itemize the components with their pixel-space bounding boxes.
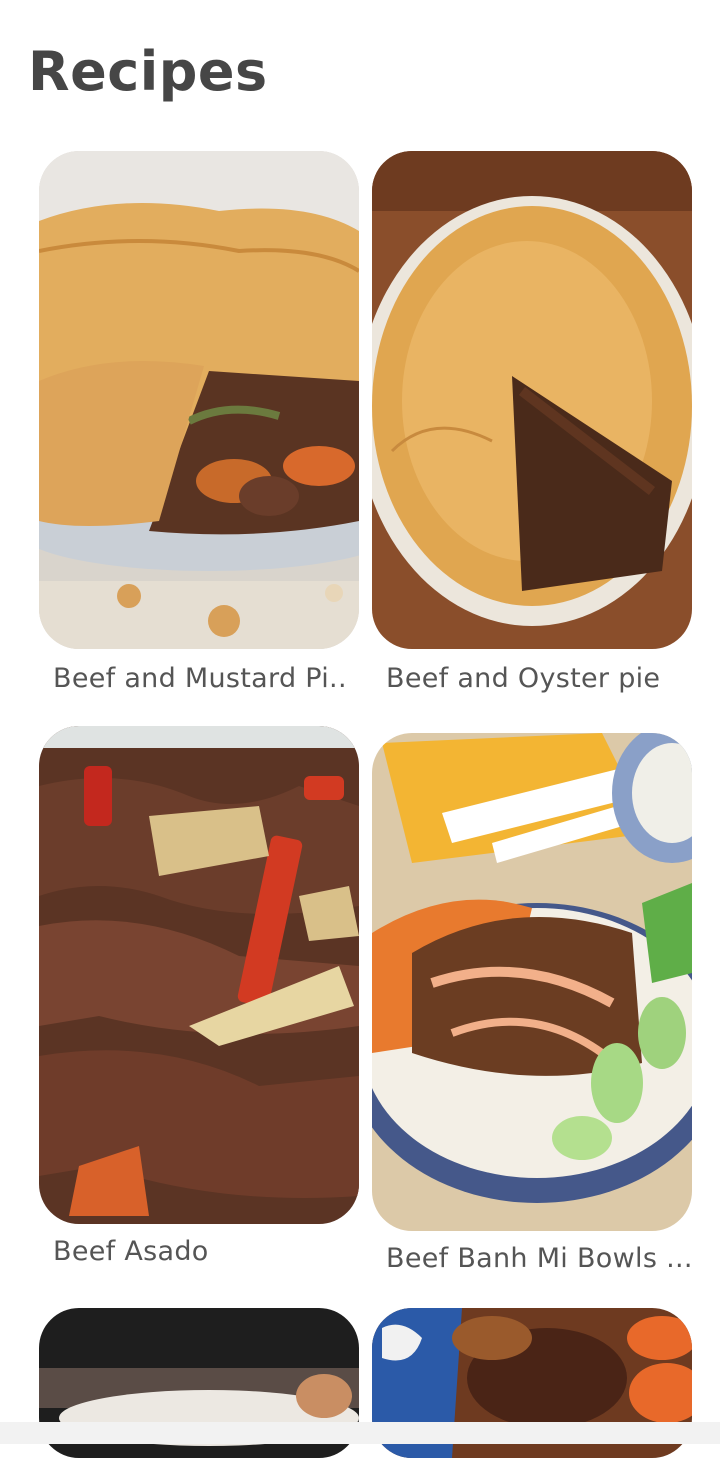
recipe-image[interactable] — [39, 726, 359, 1224]
recipe-card[interactable]: Beef Banh Mi Bowls ... — [372, 733, 692, 1283]
bottom-bar — [0, 1422, 720, 1444]
recipe-image[interactable] — [39, 151, 359, 649]
recipe-name[interactable]: Beef and Oyster pie — [386, 663, 696, 694]
recipe-card[interactable]: Beef and Oyster pie — [372, 151, 692, 701]
recipe-name[interactable]: Beef Banh Mi Bowls ... — [386, 1243, 696, 1274]
recipe-card[interactable] — [39, 1308, 359, 1458]
recipe-card[interactable] — [372, 1308, 692, 1458]
recipe-image[interactable] — [372, 151, 692, 649]
recipe-name[interactable]: Beef Asado — [53, 1236, 363, 1267]
recipe-card[interactable]: Beef Asado — [39, 726, 359, 1276]
recipe-name[interactable]: Beef and Mustard Pi.. — [53, 663, 363, 694]
recipe-card[interactable]: Beef and Mustard Pi.. — [39, 151, 359, 701]
page-title: Recipes — [28, 40, 268, 103]
recipe-image[interactable] — [372, 733, 692, 1231]
